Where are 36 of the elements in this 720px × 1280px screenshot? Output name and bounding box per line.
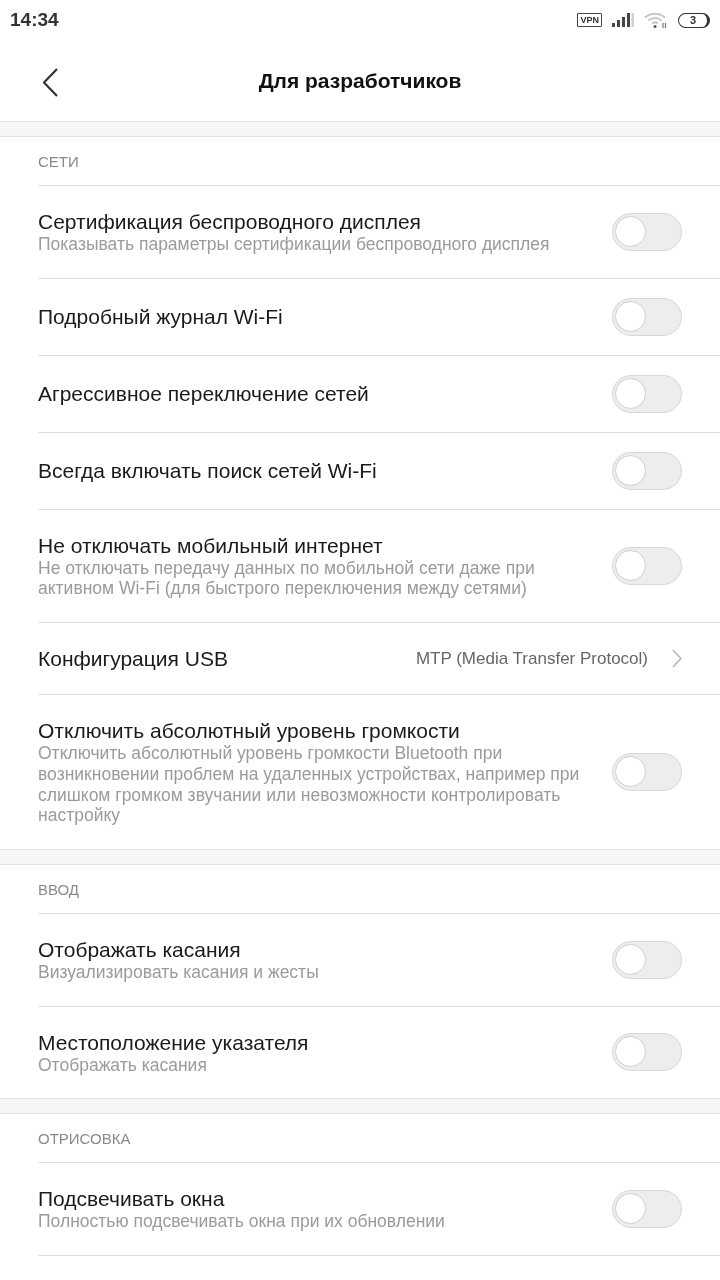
wifi-icon <box>644 12 668 28</box>
setting-value[interactable]: MTP (Media Transfer Protocol) <box>415 648 648 669</box>
toggle-switch[interactable] <box>612 374 682 413</box>
vpn-indicator: VPN <box>577 13 602 27</box>
setting-title: Конфигурация USB <box>38 646 229 672</box>
setting-title: Подсвечивать окна <box>38 1186 226 1212</box>
toggle-switch[interactable] <box>612 546 682 585</box>
setting-title: Отключить абсолютный уровень громкости <box>38 718 461 744</box>
section-header: ОТРИСОВКА <box>38 1130 132 1149</box>
section-header: ВВОД <box>38 880 80 899</box>
toggle-switch[interactable] <box>612 212 682 251</box>
setting-title: Сертификация беспроводного дисплея <box>38 209 422 234</box>
screen-title: Для разработчиков <box>258 68 462 93</box>
setting-description: Визуализировать касания и жесты <box>38 961 320 983</box>
setting-title: Не отключать мобильный интернет <box>38 532 384 558</box>
setting-description: Отображать касания <box>38 1054 208 1076</box>
status-time: 14:34 <box>10 9 59 31</box>
toggle-switch[interactable] <box>612 451 682 490</box>
setting-title: Подробный журнал Wi-Fi <box>38 304 284 330</box>
toggle-switch[interactable] <box>612 297 682 336</box>
toggle-switch[interactable] <box>612 753 682 791</box>
setting-title: Местоположение указателя <box>38 1029 310 1055</box>
setting-title: Всегда включать поиск сетей Wi-Fi <box>38 458 378 484</box>
toggle-switch[interactable] <box>612 1033 682 1072</box>
toggle-switch[interactable] <box>612 940 682 979</box>
setting-title: Агрессивное переключение сетей <box>38 381 370 407</box>
setting-description: Отключить абсолютный уровень громкости Bluetooth при возникновении проблем на удаленных устройствах, например при слишком громком звучании или невозможности контролировать настройку <box>38 743 581 826</box>
signal-icon <box>612 13 634 27</box>
back-chevron-icon <box>42 67 58 97</box>
setting-description: Показывать параметры сертификации беспроводного дисплея <box>38 234 551 255</box>
section-header: СЕТИ <box>38 153 80 171</box>
setting-description: Не отключать передачу данных по мобильной сети даже при активном Wi-Fi (для быстрого переключения между сетями) <box>38 557 536 600</box>
setting-description: Полностью подсвечивать окна при их обновлении <box>38 1211 446 1233</box>
chevron-right-icon[interactable] <box>672 649 682 669</box>
setting-title: Отображать касания <box>38 936 242 962</box>
toggle-switch[interactable] <box>612 1190 682 1229</box>
